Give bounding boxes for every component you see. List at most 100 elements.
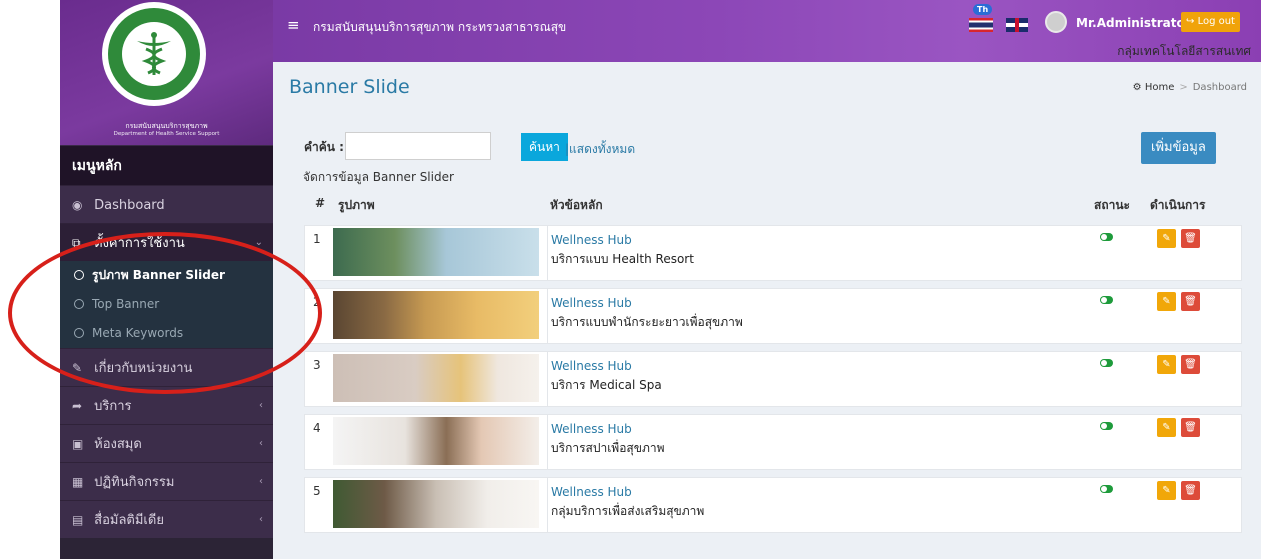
- column-header-title: หัวข้อหลัก: [550, 198, 603, 212]
- sidebar-item-label: สื่อมัลติมีเดีย: [94, 513, 164, 528]
- ministry-seal-logo: [102, 2, 206, 106]
- delete-button[interactable]: 🗑: [1181, 481, 1200, 500]
- delete-button[interactable]: 🗑: [1181, 355, 1200, 374]
- row-number: 1: [313, 232, 321, 246]
- pencil-icon: ✎: [1162, 485, 1171, 496]
- row-number: 2: [313, 295, 321, 309]
- sidebar-item-label: บริการ: [94, 399, 132, 414]
- banner-thumbnail: [333, 291, 539, 339]
- menu-header: เมนูหลัก: [60, 145, 273, 185]
- search-label: คำค้น :: [304, 140, 344, 154]
- status-toggle[interactable]: [1100, 422, 1113, 430]
- table-header: # รูปภาพ หัวข้อหลัก สถานะ ดำเนินการ: [303, 196, 1243, 216]
- library-icon: ▣: [72, 437, 84, 451]
- delete-button[interactable]: 🗑: [1181, 418, 1200, 437]
- row-subtitle: บริการสปาเพื่อสุขภาพ: [551, 441, 665, 455]
- sidebar-item-library[interactable]: ▣ ห้องสมุด ‹: [60, 424, 273, 462]
- title-link[interactable]: Wellness Hub: [551, 422, 632, 436]
- pencil-icon: ✎: [1162, 233, 1171, 244]
- title-link[interactable]: Wellness Hub: [551, 296, 632, 310]
- user-name[interactable]: Mr.Administrator: [1076, 16, 1191, 30]
- dashboard-icon: ◉: [72, 198, 83, 212]
- hamburger-menu-icon[interactable]: ≡: [287, 16, 300, 34]
- trash-icon: 🗑: [1184, 233, 1197, 244]
- add-data-button[interactable]: เพิ่มข้อมูล: [1141, 132, 1216, 164]
- logout-button[interactable]: ↪ Log out: [1181, 12, 1240, 32]
- column-header-actions: ดำเนินการ: [1150, 198, 1206, 212]
- thai-flag-icon: [969, 18, 993, 32]
- main-content: Banner Slide ⚙ Home > Dashboard คำค้น : ค้…: [273, 62, 1261, 559]
- search-input[interactable]: [345, 132, 491, 160]
- submenu-item-meta-keywords[interactable]: Meta Keywords: [60, 319, 273, 348]
- edit-button[interactable]: ✎: [1157, 418, 1176, 437]
- banner-thumbnail: [333, 228, 539, 276]
- delete-button[interactable]: 🗑: [1181, 229, 1200, 248]
- manage-label: จัดการข้อมูล Banner Slider: [303, 170, 454, 184]
- breadcrumb-current: Dashboard: [1192, 82, 1247, 93]
- sidebar-item-label: เกี่ยวกับหน่วยงาน: [94, 361, 193, 376]
- row-number: 4: [313, 421, 321, 435]
- chevron-left-icon: ‹: [259, 476, 263, 487]
- edit-button[interactable]: ✎: [1157, 355, 1176, 374]
- submenu-item-banner-slider[interactable]: รูปภาพ Banner Slider: [60, 261, 273, 290]
- submenu-item-top-banner[interactable]: Top Banner: [60, 290, 273, 319]
- table-row: 5 Wellness Hub กลุ่มบริการเพื่อส่งเสริมส…: [304, 477, 1242, 533]
- table-row: 3 Wellness Hub บริการ Medical Spa ✎ 🗑: [304, 351, 1242, 407]
- row-subtitle: กลุ่มบริการเพื่อส่งเสริมสุขภาพ: [551, 504, 705, 518]
- sidebar-item-services[interactable]: ➦ บริการ ‹: [60, 386, 273, 424]
- circle-icon: [74, 270, 84, 280]
- org-name-english: Department of Health Service Support: [113, 131, 220, 137]
- row-subtitle: บริการแบบพำนักระยะยาวเพื่อสุขภาพ: [551, 315, 743, 329]
- column-header-status: สถานะ: [1094, 198, 1130, 212]
- column-header-number: #: [315, 196, 326, 210]
- status-toggle[interactable]: [1100, 233, 1113, 241]
- status-toggle[interactable]: [1100, 485, 1113, 493]
- settings-submenu: รูปภาพ Banner Slider Top Banner Meta Key…: [60, 261, 273, 348]
- row-number: 3: [313, 358, 321, 372]
- table-row: 1 Wellness Hub บริการแบบ Health Resort ✎…: [304, 225, 1242, 281]
- delete-button[interactable]: 🗑: [1181, 292, 1200, 311]
- title-link[interactable]: Wellness Hub: [551, 485, 632, 499]
- pencil-icon: ✎: [1162, 422, 1171, 433]
- edit-button[interactable]: ✎: [1157, 229, 1176, 248]
- sidebar-item-calendar[interactable]: ▦ ปฏิทินกิจกรรม ‹: [60, 462, 273, 500]
- circle-icon: [74, 328, 84, 338]
- chevron-left-icon: ‹: [259, 438, 263, 449]
- row-subtitle: บริการ Medical Spa: [551, 378, 662, 392]
- banner-thumbnail: [333, 480, 539, 528]
- search-button[interactable]: ค้นหา: [521, 133, 568, 161]
- breadcrumb: ⚙ Home > Dashboard: [1132, 82, 1247, 93]
- title-link[interactable]: Wellness Hub: [551, 359, 632, 373]
- submenu-label: รูปภาพ Banner Slider: [92, 268, 225, 282]
- show-all-link[interactable]: |แสดงทั้งหมด: [565, 140, 635, 159]
- media-icon: ▤: [72, 513, 84, 527]
- sidebar-item-settings[interactable]: ⧉ ตั้งค่าการใช้งาน ⌄: [60, 223, 273, 261]
- trash-icon: 🗑: [1184, 422, 1197, 433]
- status-toggle[interactable]: [1100, 359, 1113, 367]
- settings-icon: ⧉: [72, 236, 81, 250]
- status-toggle[interactable]: [1100, 296, 1113, 304]
- top-navbar: ≡ กรมสนับสนุนบริการสุขภาพ กระทรวงสาธารณส…: [273, 0, 1261, 62]
- pencil-icon: ✎: [1162, 359, 1171, 370]
- uk-flag-icon[interactable]: [1006, 18, 1028, 32]
- column-header-image: รูปภาพ: [338, 198, 375, 212]
- banner-thumbnail: [333, 354, 539, 402]
- chevron-left-icon: ‹: [259, 400, 263, 411]
- sidebar-item-label: ปฏิทินกิจกรรม: [94, 475, 175, 490]
- avatar[interactable]: [1045, 11, 1067, 33]
- title-link[interactable]: Wellness Hub: [551, 233, 632, 247]
- sidebar-item-dashboard[interactable]: ◉ Dashboard: [60, 185, 273, 223]
- chevron-left-icon: ‹: [259, 514, 263, 525]
- edit-button[interactable]: ✎: [1157, 292, 1176, 311]
- pencil-icon: ✎: [1162, 296, 1171, 307]
- app-window: กรมสนับสนุนบริการสุขภาพ Department of He…: [60, 0, 1261, 559]
- breadcrumb-home[interactable]: Home: [1145, 82, 1175, 93]
- edit-button[interactable]: ✎: [1157, 481, 1176, 500]
- language-thai-button[interactable]: Th: [969, 4, 995, 32]
- share-icon: ➦: [72, 399, 83, 413]
- sidebar-item-about[interactable]: ✎ เกี่ยวกับหน่วยงาน: [60, 348, 273, 386]
- sidebar-item-label: ตั้งค่าการใช้งาน: [94, 236, 185, 251]
- sidebar-item-media[interactable]: ▤ สื่อมัลติมีเดีย ‹: [60, 500, 273, 538]
- site-title: กรมสนับสนุนบริการสุขภาพ กระทรวงสาธารณสุข: [313, 20, 567, 34]
- table-row: 4 Wellness Hub บริการสปาเพื่อสุขภาพ ✎ 🗑: [304, 414, 1242, 470]
